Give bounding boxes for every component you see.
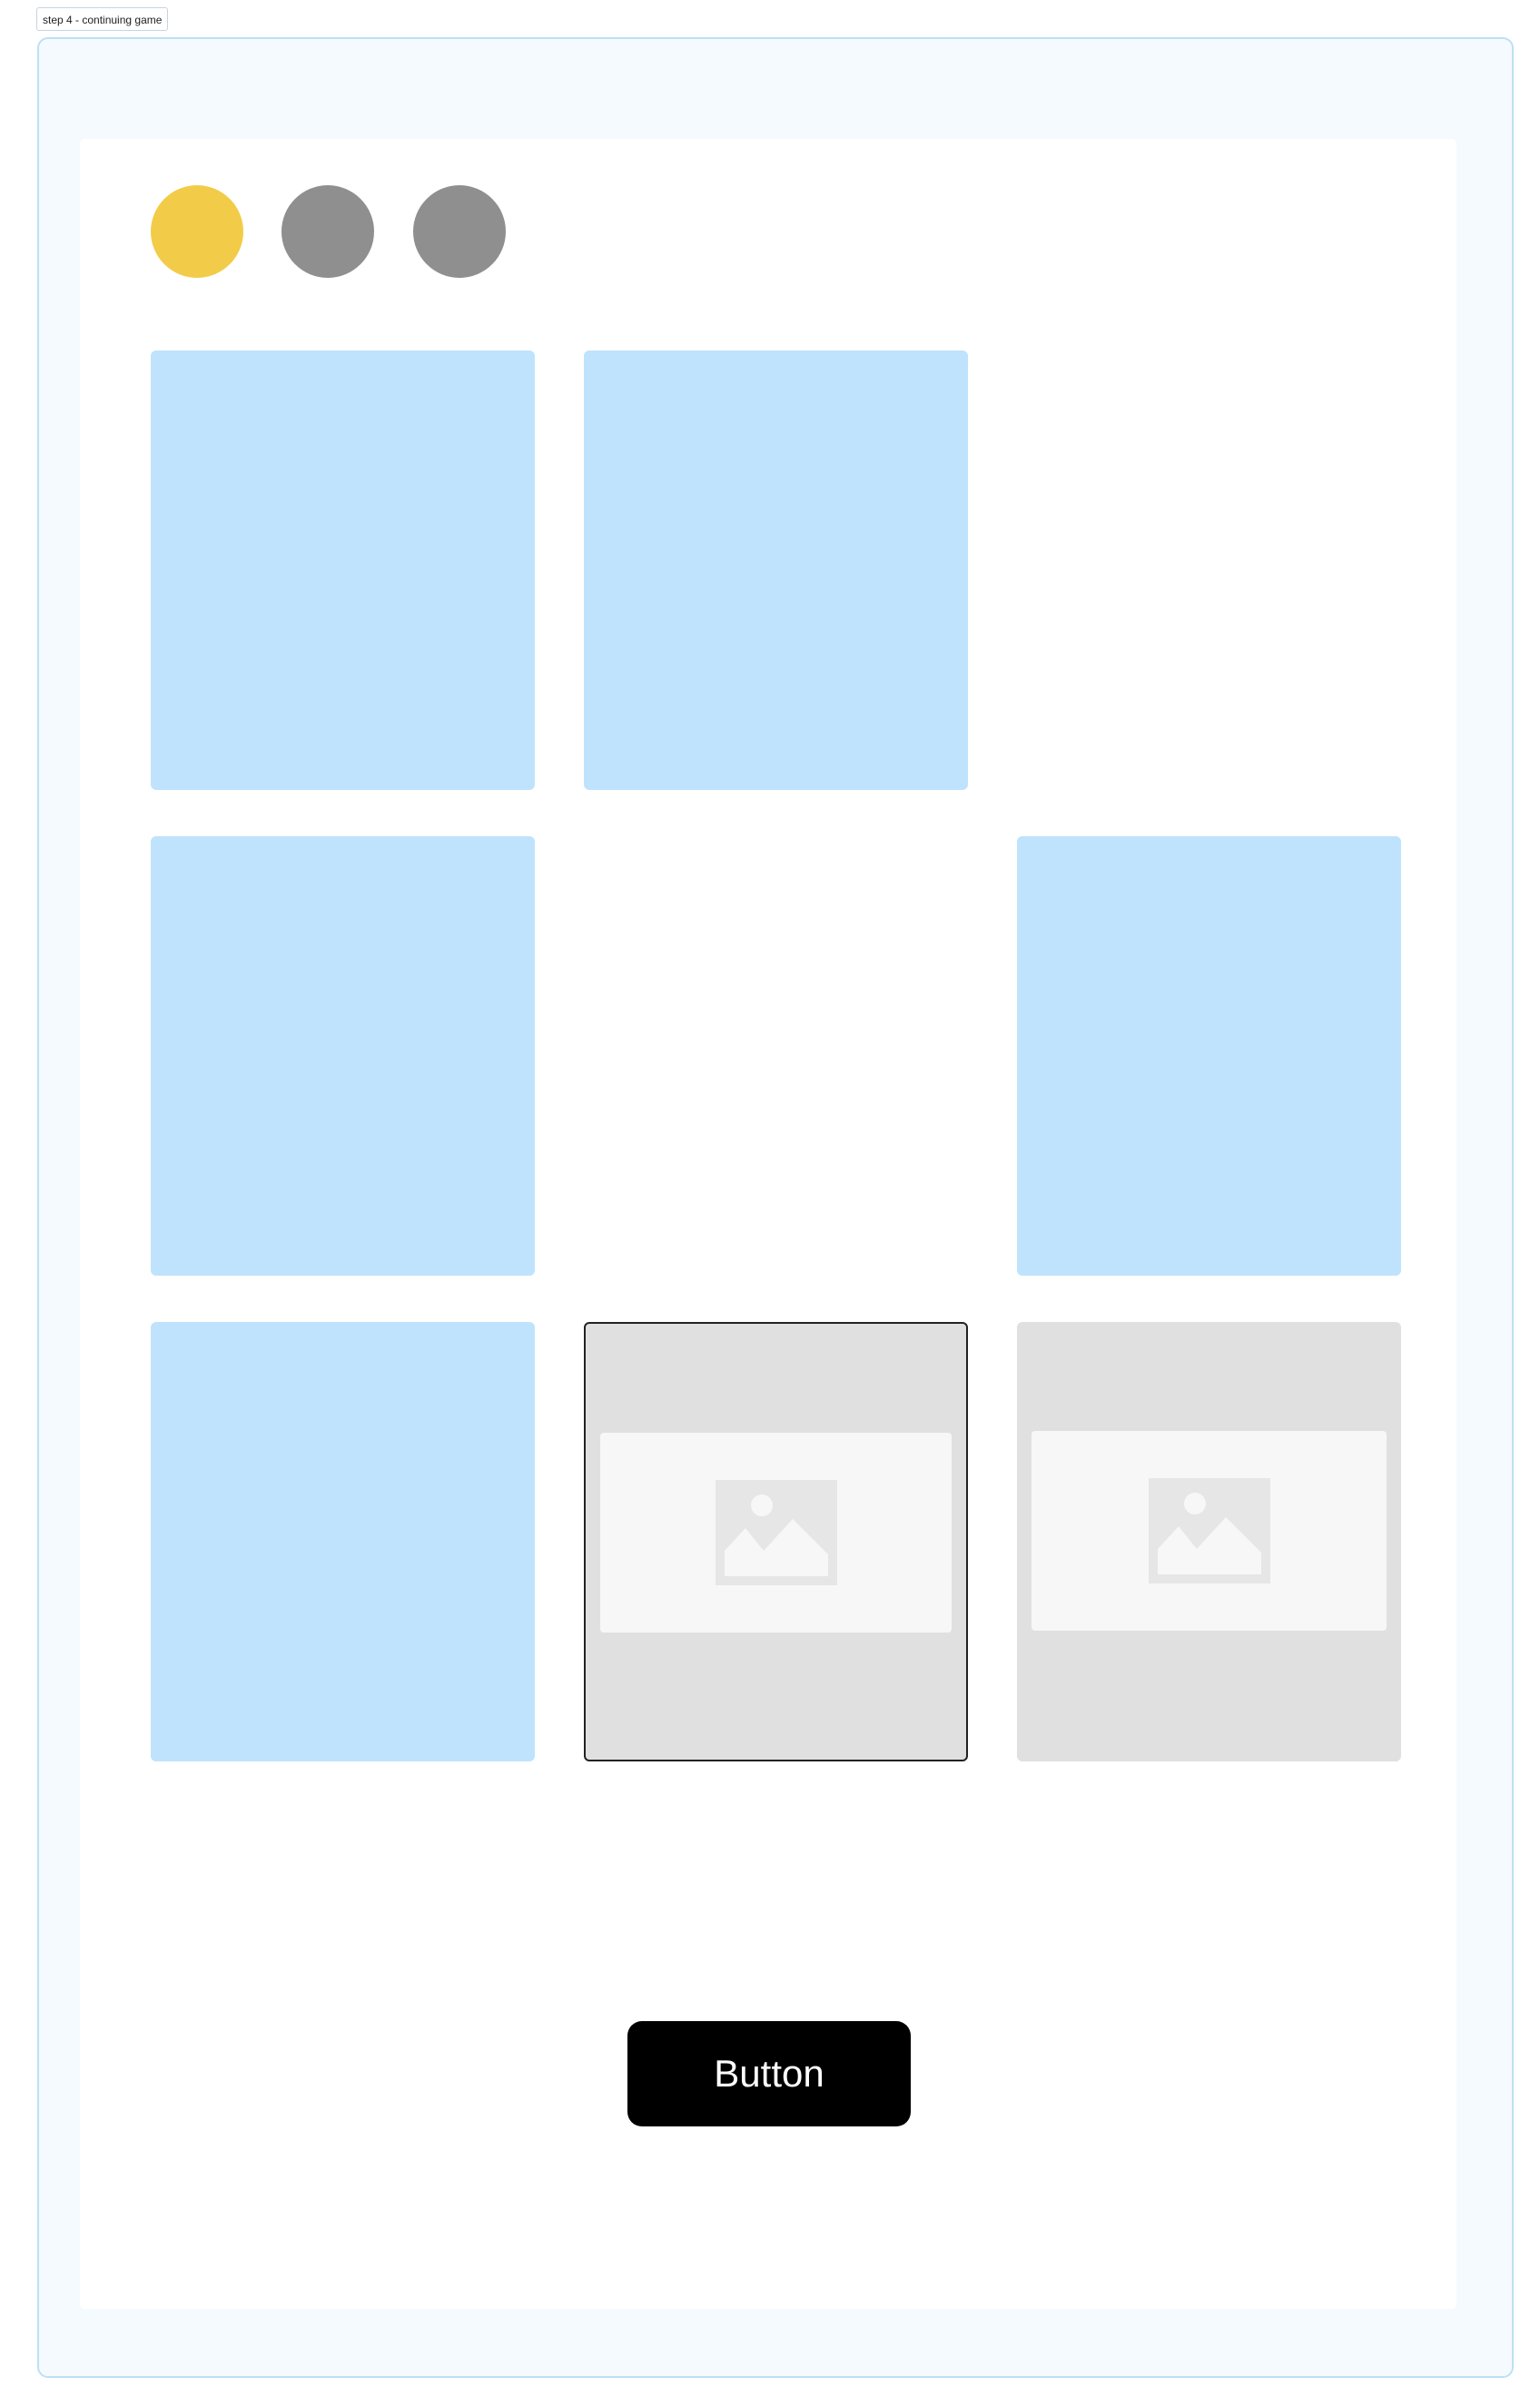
- card-face-up[interactable]: [1017, 1322, 1401, 1761]
- card-face-up-selected[interactable]: [584, 1322, 968, 1761]
- progress-dot: [413, 185, 506, 278]
- card-face-down[interactable]: [1017, 836, 1401, 1276]
- image-placeholder-icon: [715, 1480, 837, 1585]
- progress-dot-active: [151, 185, 243, 278]
- card-face-down[interactable]: [151, 350, 535, 790]
- frame-label: step 4 - continuing game: [36, 7, 169, 31]
- card-image: [1032, 1431, 1387, 1631]
- progress-dot: [281, 185, 374, 278]
- image-placeholder-icon: [1148, 1478, 1270, 1583]
- card-face-down[interactable]: [151, 836, 535, 1276]
- primary-button[interactable]: Button: [627, 2021, 911, 2126]
- card-face-down[interactable]: [151, 1322, 535, 1761]
- card-image: [600, 1433, 952, 1633]
- card-face-down[interactable]: [584, 350, 968, 790]
